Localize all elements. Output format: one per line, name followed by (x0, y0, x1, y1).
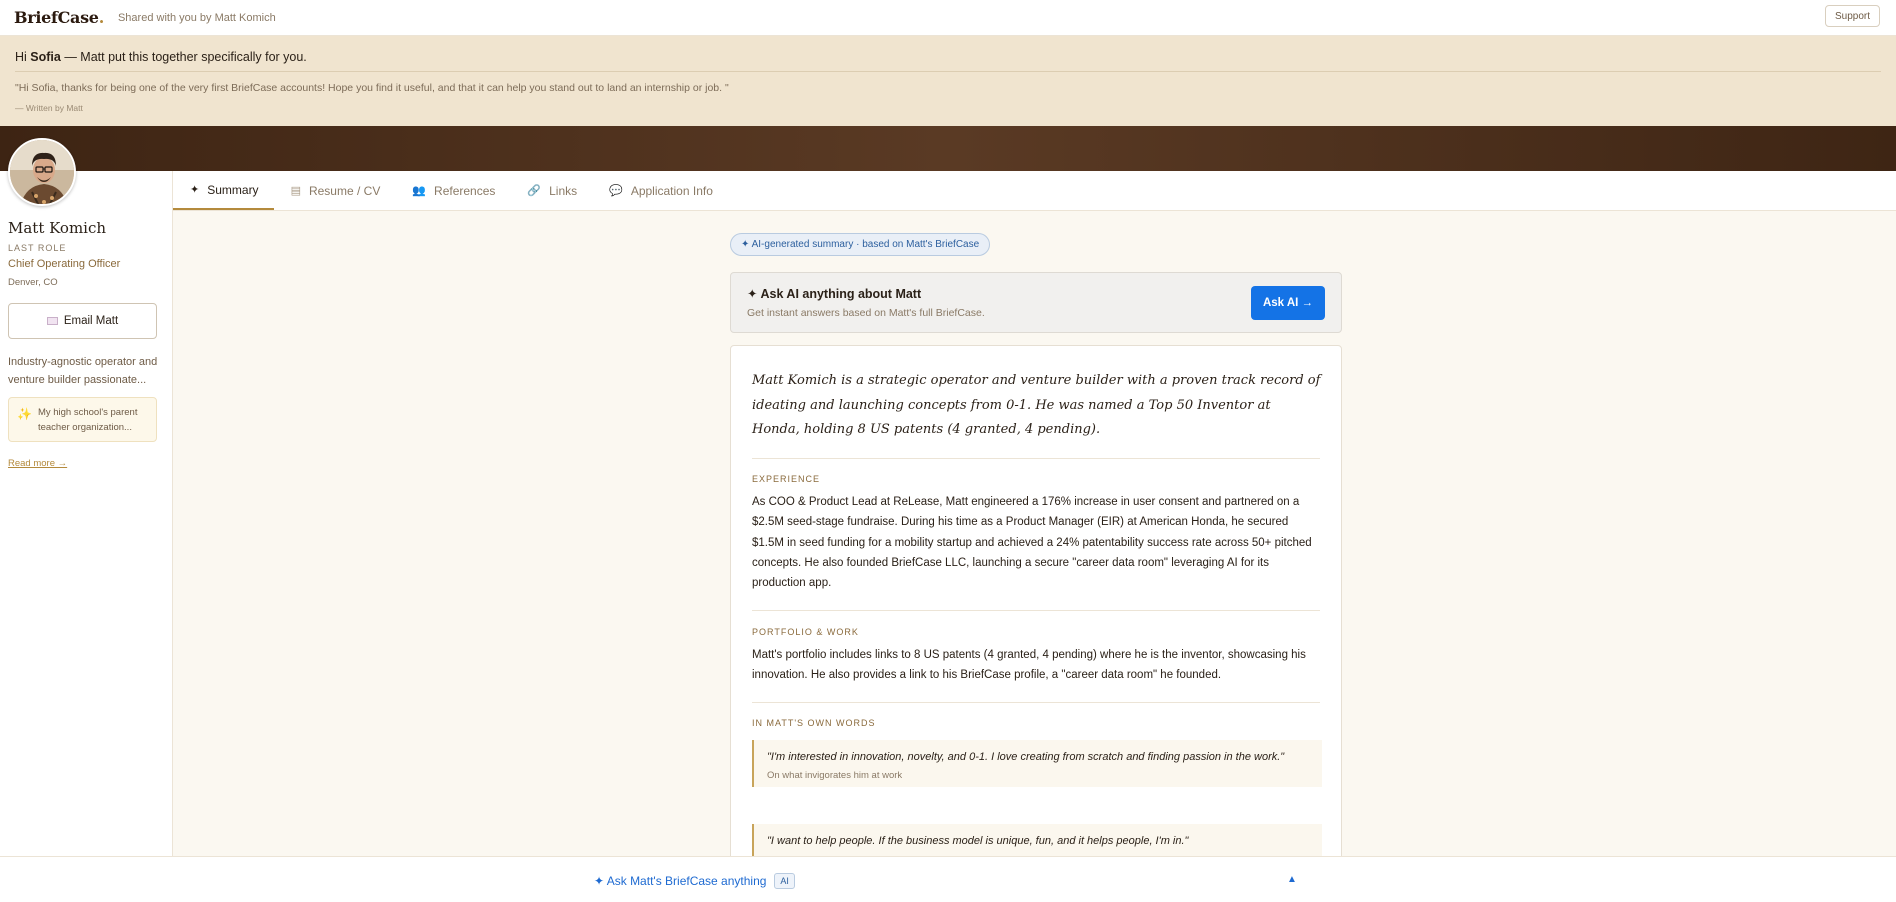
sparkle-icon: ✦ (190, 184, 200, 196)
recipient-name: Sofia (30, 50, 61, 64)
personal-note-banner: Hi Sofia — Matt put this together specif… (0, 36, 1896, 126)
support-button[interactable]: Support (1824, 5, 1880, 27)
tab-bar: ✦ Summary ▤ Resume / CV 👥 References 🔗 L… (173, 171, 1896, 211)
greeting-prefix: Hi (15, 50, 31, 64)
top-bar: BriefCase. Shared with you by Matt Komic… (0, 0, 1896, 36)
highlight-text: My high school's parent teacher organiza… (37, 407, 138, 433)
mail-icon (46, 317, 58, 325)
tab-label: Resume / CV (308, 183, 381, 198)
avatar (8, 138, 76, 206)
portfolio-text: Matt's portfolio includes links to 8 US … (752, 649, 1306, 682)
ai-summary-badge: ✦ AI-generated summary · based on Matt's… (730, 233, 991, 256)
link-icon: 🔗 (527, 185, 542, 197)
sparkle-icon: ✨ (17, 407, 32, 421)
personal-note-quote: "Hi Sofia, thanks for being one of the v… (15, 82, 729, 94)
written-by: — Written by Matt (15, 103, 83, 113)
email-button-label: Email Matt (63, 315, 119, 327)
quote-text: "I'm interested in innovation, novelty, … (767, 751, 1285, 763)
profile-name: Matt Komich (8, 219, 107, 237)
ask-ai-card: ✦ Ask AI anything about Matt Get instant… (730, 272, 1342, 333)
shared-by-text: Shared with you by Matt Komich (117, 11, 276, 24)
experience-label: EXPERIENCE (752, 474, 821, 484)
profile-bio: Industry-agnostic operator and venture b… (8, 356, 158, 386)
greeting-suffix: — Matt put this together specifically fo… (60, 50, 307, 64)
location: Denver, CO (8, 277, 58, 288)
tab-summary[interactable]: ✦ Summary (173, 171, 274, 210)
ask-briefcase-button[interactable]: ✦ Ask Matt's BriefCase anything AI (594, 873, 795, 889)
greeting: Hi Sofia — Matt put this together specif… (15, 50, 307, 64)
document-icon: ▤ (290, 185, 301, 197)
tab-label: Application Info (630, 183, 713, 198)
ai-badge: AI (774, 873, 795, 889)
tab-label: Summary (207, 182, 259, 197)
quote-block: "I'm interested in innovation, novelty, … (752, 740, 1322, 787)
tab-application-info[interactable]: 💬 Application Info (592, 171, 728, 210)
ask-ai-title: ✦ Ask AI anything about Matt (747, 287, 922, 301)
tab-links[interactable]: 🔗 Links (510, 171, 592, 210)
tab-label: Links (549, 183, 578, 198)
highlight-card[interactable]: ✨ My high school's parent teacher organi… (8, 397, 157, 442)
last-role-label: LAST ROLE (8, 243, 67, 253)
ask-briefcase-label: ✦ Ask Matt's BriefCase anything (594, 874, 767, 888)
bottom-ask-bar: ✦ Ask Matt's BriefCase anything AI ▲ (0, 856, 1896, 902)
portfolio-label: PORTFOLIO & WORK (752, 627, 859, 637)
experience-text: As COO & Product Lead at ReLease, Matt e… (752, 496, 1312, 590)
quote-context: On what invigorates him at work (767, 770, 903, 781)
section-divider (752, 610, 1320, 611)
ask-ai-subtitle: Get instant answers based on Matt's full… (747, 307, 985, 319)
tab-label: References (434, 183, 496, 198)
tab-resume[interactable]: ▤ Resume / CV (274, 171, 396, 210)
chat-icon: 💬 (609, 185, 623, 197)
email-button[interactable]: Email Matt (8, 303, 157, 339)
summary-card: Matt Komich is a strategic operator and … (730, 345, 1342, 865)
quote-block: "I want to help people. If the business … (752, 824, 1322, 857)
logo-text: BriefCase (14, 8, 99, 27)
section-divider (752, 458, 1320, 459)
people-icon: 👥 (412, 185, 427, 197)
summary-intro: Matt Komich is a strategic operator and … (752, 373, 1321, 437)
banner-divider (15, 71, 1881, 72)
logo-dot: . (98, 8, 105, 27)
chevron-up-icon[interactable]: ▲ (1287, 874, 1297, 885)
quote-text: "I want to help people. If the business … (767, 835, 1189, 847)
own-words-label: IN MATT'S OWN WORDS (752, 718, 876, 728)
section-divider (752, 702, 1320, 703)
tab-references[interactable]: 👥 References (395, 171, 510, 210)
profile-sidebar: Matt Komich LAST ROLE Chief Operating Of… (0, 171, 173, 856)
cover-strip (0, 126, 1896, 171)
last-role: Chief Operating Officer (8, 258, 121, 270)
read-more-link[interactable]: Read more → (8, 458, 67, 469)
briefcase-logo[interactable]: BriefCase. (14, 8, 104, 27)
ask-ai-button[interactable]: Ask AI → (1251, 286, 1325, 320)
